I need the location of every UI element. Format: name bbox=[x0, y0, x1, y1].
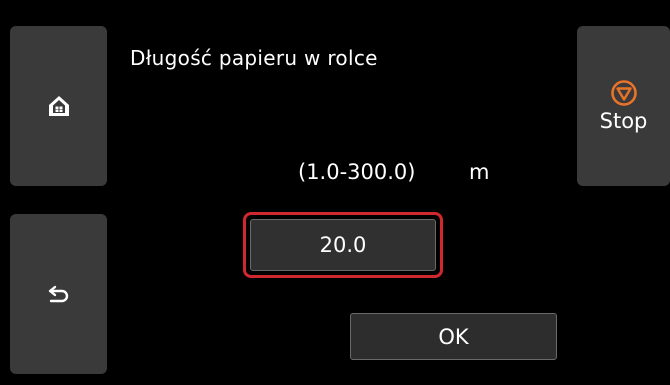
unit-label: m bbox=[469, 160, 490, 184]
printer-panel-screen: Stop Długość papieru w rolce (1.0-300.0)… bbox=[0, 0, 670, 385]
stop-icon bbox=[610, 79, 638, 107]
home-icon bbox=[47, 94, 71, 118]
back-arrow-icon bbox=[48, 285, 70, 303]
home-button[interactable] bbox=[10, 26, 107, 186]
value-input-focus-frame: 20.0 bbox=[243, 212, 443, 278]
roll-length-input[interactable]: 20.0 bbox=[250, 219, 436, 271]
back-button[interactable] bbox=[10, 214, 107, 374]
value-range-text: (1.0-300.0) bbox=[298, 160, 416, 184]
stop-label: Stop bbox=[599, 109, 648, 133]
stop-button[interactable]: Stop bbox=[577, 26, 670, 186]
ok-button[interactable]: OK bbox=[350, 313, 557, 360]
page-title: Długość papieru w rolce bbox=[130, 46, 378, 70]
